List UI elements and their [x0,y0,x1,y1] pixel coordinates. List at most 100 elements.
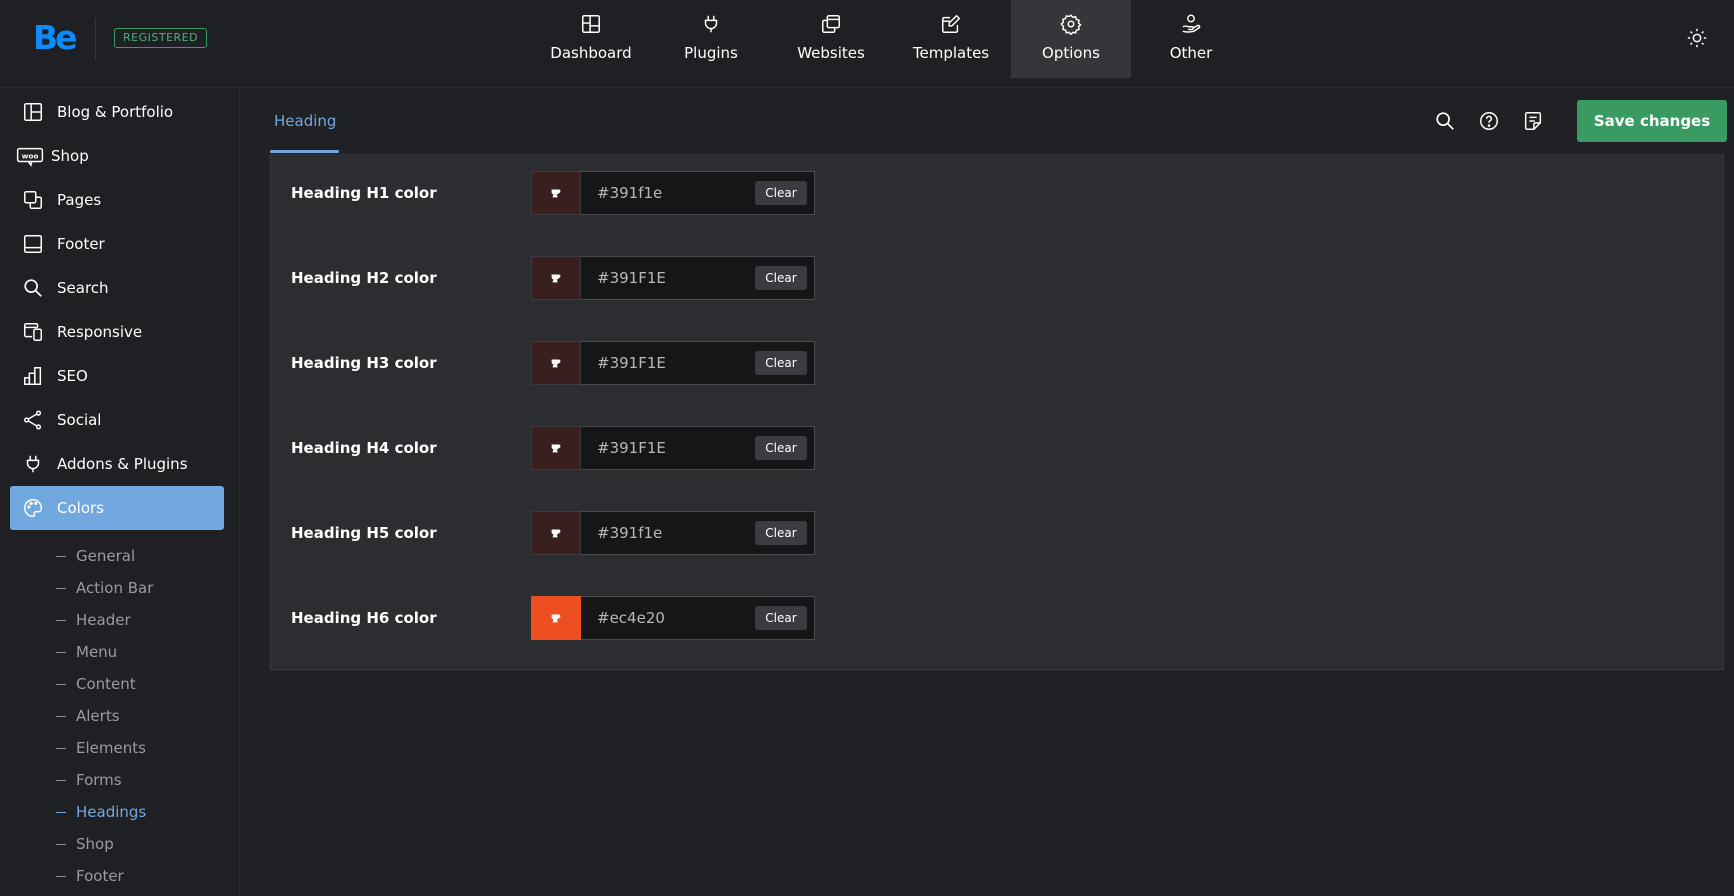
templates-icon [942,14,961,33]
subnav-menu[interactable]: Menu [56,640,117,664]
sidebar-item-shop[interactable]: woo Shop [10,134,224,178]
color-input[interactable] [581,597,741,639]
sidebar-item-colors[interactable]: Colors [10,486,224,530]
color-input-group: Clear [581,341,815,385]
color-input[interactable] [581,172,741,214]
dash-marker [56,715,66,717]
row-label: Heading H4 color [291,439,437,457]
sidebar-item-pages[interactable]: Pages [10,178,224,222]
logo[interactable]: Be [33,20,78,56]
color-swatch[interactable] [531,341,581,385]
sidebar-item-label: Social [57,411,102,429]
subnav-label: Header [76,611,131,629]
dash-marker [56,651,66,653]
topnav-label: Plugins [684,44,738,62]
clear-button[interactable]: Clear [755,606,807,630]
row-label: Heading H3 color [291,354,437,372]
content-header: Heading Save changes [241,88,1734,154]
topnav-templates[interactable]: Templates [891,0,1011,78]
subnav-forms[interactable]: Forms [56,768,122,792]
sidebar-item-label: Responsive [57,323,143,341]
palette-icon [24,499,42,517]
sidebar-item-search[interactable]: Search [10,266,224,310]
sidebar-item-label: Blog & Portfolio [57,103,174,121]
chart-bars-icon [24,367,42,385]
color-row-h4: Heading H4 color Clear [271,426,1723,470]
eyedropper-icon [551,529,561,538]
subnav-elements[interactable]: Elements [56,736,146,760]
topnav-plugins[interactable]: Plugins [651,0,771,78]
sidebar-item-label: Colors [57,499,104,517]
clear-button[interactable]: Clear [755,266,807,290]
eyedropper-icon [551,614,561,623]
save-changes-button[interactable]: Save changes [1577,100,1727,142]
subnav-label: General [76,547,136,565]
subnav-label: Action Bar [76,579,154,597]
share-icon [24,410,42,430]
row-label: Heading H6 color [291,609,437,627]
topnav-options[interactable]: Options [1011,0,1131,78]
responsive-icon [24,323,42,341]
sidebar-item-responsive[interactable]: Responsive [10,310,224,354]
color-swatch[interactable] [531,256,581,300]
subnav-general[interactable]: General [56,544,135,568]
color-input[interactable] [581,342,741,384]
row-label: Heading H2 color [291,269,437,287]
sidebar-item-addons-plugins[interactable]: Addons & Plugins [10,442,224,486]
color-input[interactable] [581,257,741,299]
woo-icon: woo [16,147,44,167]
subnav-headings[interactable]: Headings [56,800,146,824]
color-input-group: Clear [581,256,815,300]
dash-marker [56,875,66,877]
dash-marker [56,587,66,589]
notes-icon[interactable] [1522,110,1544,132]
websites-icon [822,15,840,33]
topnav-websites[interactable]: Websites [771,0,891,78]
subnav-shop[interactable]: Shop [56,832,114,856]
sidebar-item-label: Pages [57,191,102,209]
tab-heading[interactable]: Heading [270,88,340,154]
search-icon[interactable] [1434,110,1456,132]
footer-icon [24,235,42,253]
dash-marker [56,779,66,781]
color-swatch[interactable] [531,426,581,470]
sidebar-item-blog-portfolio[interactable]: Blog & Portfolio [10,90,224,134]
color-swatch[interactable] [531,511,581,555]
sidebar: Blog & Portfolio woo Shop Pages Footer S… [0,88,240,896]
color-input-group: Clear [581,511,815,555]
color-swatch[interactable] [531,171,581,215]
color-row-h6: Heading H6 color Clear [271,596,1723,640]
topnav-other[interactable]: Other [1131,0,1251,78]
clear-button[interactable]: Clear [755,351,807,375]
subnav-label: Forms [76,771,122,789]
heading-colors-panel: Heading H1 color Clear Heading H2 color … [270,154,1724,670]
clear-button[interactable]: Clear [755,521,807,545]
color-swatch[interactable] [531,596,581,640]
subnav-label: Content [76,675,136,693]
row-label: Heading H1 color [291,184,437,202]
sidebar-item-footer[interactable]: Footer [10,222,224,266]
eyedropper-icon [551,444,561,453]
topnav-dashboard[interactable]: Dashboard [531,0,651,78]
color-input-group: Clear [581,426,815,470]
sidebar-item-social[interactable]: Social [10,398,224,442]
help-icon[interactable] [1478,110,1500,132]
subnav-label: Menu [76,643,118,661]
color-input[interactable] [581,427,741,469]
color-input[interactable] [581,512,741,554]
dash-marker [56,619,66,621]
sidebar-item-label: Search [57,279,109,297]
subnav-footer[interactable]: Footer [56,864,124,888]
logo-divider [95,18,96,60]
subnav-content[interactable]: Content [56,672,136,696]
sun-icon[interactable] [1686,27,1708,49]
subnav-action-bar[interactable]: Action Bar [56,576,153,600]
color-input-group: Clear [581,171,815,215]
clear-button[interactable]: Clear [755,436,807,460]
topnav-label: Websites [797,44,865,62]
subnav-alerts[interactable]: Alerts [56,704,120,728]
topnav-label: Other [1169,44,1213,62]
subnav-header[interactable]: Header [56,608,131,632]
clear-button[interactable]: Clear [755,181,807,205]
sidebar-item-seo[interactable]: SEO [10,354,224,398]
